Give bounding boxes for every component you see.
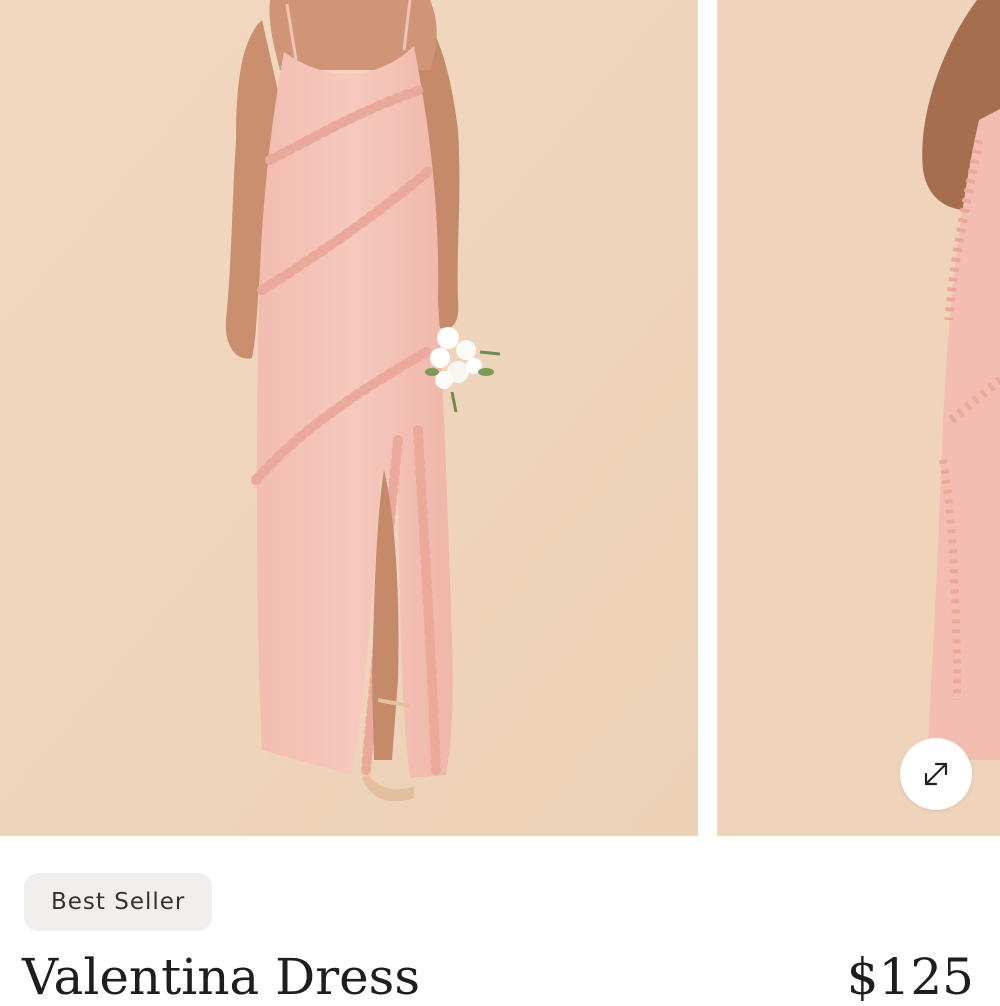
expand-image-button[interactable]	[900, 738, 972, 810]
best-seller-badge-label: Best Seller	[51, 889, 186, 915]
dress-model-illustration-2	[717, 0, 1000, 836]
product-title: Valentina Dress	[22, 948, 420, 1006]
dress-model-illustration	[0, 0, 698, 836]
product-photo-main[interactable]	[0, 0, 698, 836]
product-price: $125	[846, 948, 974, 1006]
best-seller-badge: Best Seller	[24, 873, 213, 931]
expand-arrows-icon	[924, 762, 948, 786]
product-photo-next[interactable]	[717, 0, 1000, 836]
product-image-carousel[interactable]	[0, 0, 1000, 836]
